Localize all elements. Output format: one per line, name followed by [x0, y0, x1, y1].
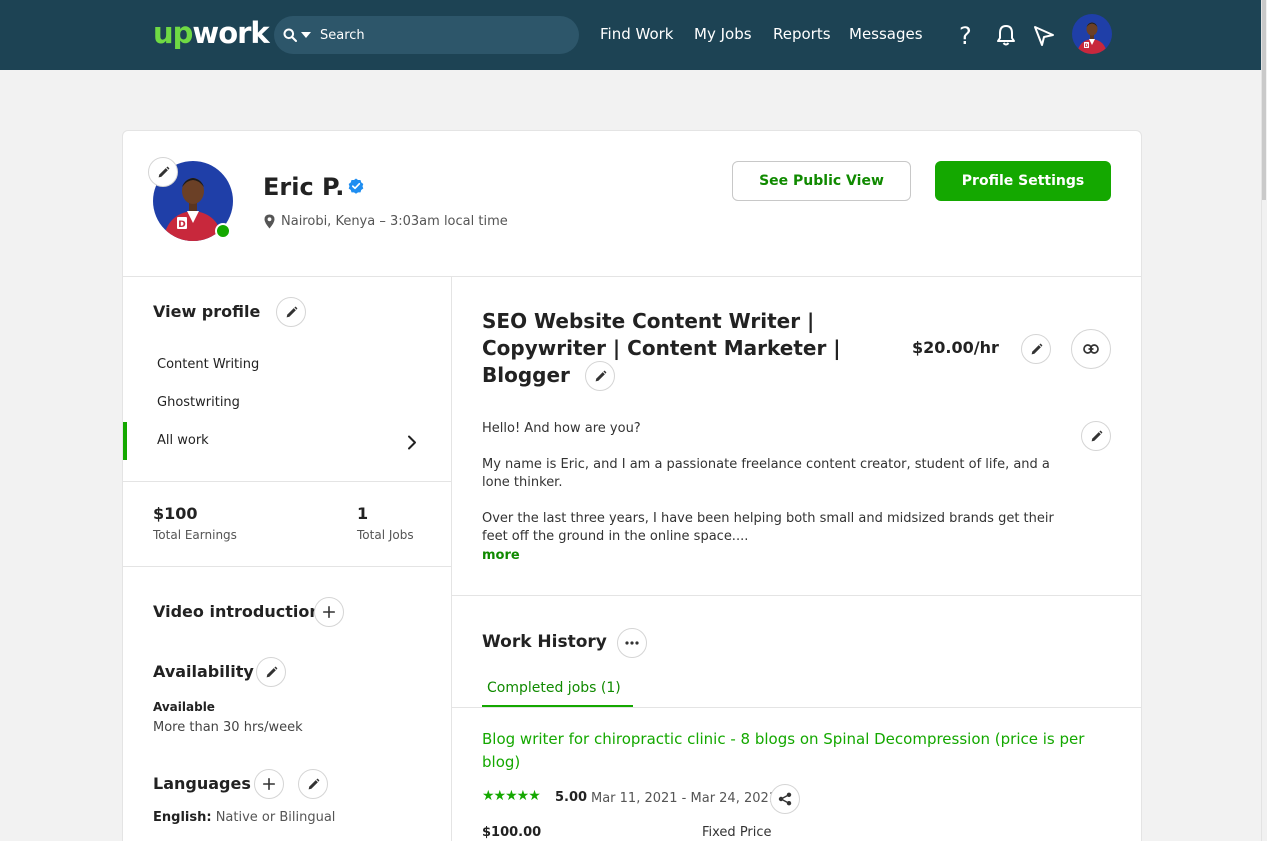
search-input[interactable]: Search [320, 28, 365, 43]
job-dates: Mar 11, 2021 - Mar 24, 2021 [591, 791, 778, 806]
add-video-button[interactable] [314, 597, 344, 627]
profile-overview: Hello! And how are you? My name is Eric,… [482, 420, 1062, 564]
pencil-icon [157, 166, 170, 179]
total-jobs-value: 1 [357, 504, 369, 523]
pencil-icon [285, 306, 298, 319]
plus-icon [262, 777, 276, 791]
star-rating-icon: ★★★★★ [482, 788, 541, 804]
send-icon[interactable] [1033, 25, 1055, 47]
verified-badge-icon [348, 178, 364, 194]
nav-my-jobs[interactable]: My Jobs [694, 25, 752, 43]
video-introduction-heading: Video introduction [153, 602, 321, 621]
languages-heading: Languages [153, 774, 251, 793]
add-language-button[interactable] [254, 769, 284, 799]
link-icon [1083, 344, 1099, 354]
profile-name: Eric P. [263, 173, 345, 201]
divider [123, 481, 451, 482]
overview-paragraph: My name is Eric, and I am a passionate f… [482, 457, 1050, 490]
language-entry: English: Native or Bilingual [153, 810, 335, 825]
bell-icon[interactable] [996, 24, 1016, 46]
location-pin-icon [264, 214, 275, 229]
see-public-view-button[interactable]: See Public View [732, 161, 911, 201]
language-name: English: [153, 810, 212, 825]
chevron-right-icon[interactable] [407, 435, 417, 450]
online-status-dot [215, 223, 231, 239]
pencil-icon [307, 778, 320, 791]
nav-find-work[interactable]: Find Work [600, 25, 673, 43]
pencil-icon [1030, 343, 1043, 356]
share-job-button[interactable] [770, 784, 800, 814]
divider [452, 595, 1141, 596]
edit-photo-button[interactable] [148, 157, 178, 187]
availability-status: Available [153, 700, 215, 714]
work-history-heading: Work History [482, 632, 607, 652]
help-icon[interactable]: ? [959, 22, 972, 50]
tab-completed-jobs[interactable]: Completed jobs (1) [482, 680, 633, 707]
edit-availability-button[interactable] [256, 657, 286, 687]
language-level: Native or Bilingual [215, 810, 336, 825]
share-icon [778, 792, 792, 806]
total-earnings-value: $100 [153, 504, 198, 523]
edit-title-button[interactable] [585, 361, 615, 391]
scrollbar-thumb[interactable] [1262, 0, 1266, 200]
sidebar-item-all-work[interactable]: All work [157, 433, 209, 448]
hourly-rate: $20.00/hr [912, 338, 999, 357]
search-icon [283, 28, 297, 42]
search-bar[interactable]: Search [274, 16, 579, 54]
availability-heading: Availability [153, 662, 254, 681]
active-indicator [123, 422, 127, 460]
edit-rate-button[interactable] [1021, 334, 1051, 364]
sidebar-item-content-writing[interactable]: Content Writing [157, 357, 259, 372]
pencil-icon [1090, 430, 1103, 443]
total-jobs-label: Total Jobs [357, 528, 414, 542]
overview-paragraph: Hello! And how are you? [482, 421, 641, 436]
view-profile-heading: View profile [153, 302, 261, 321]
more-link[interactable]: more [482, 548, 520, 563]
work-history-options-button[interactable] [617, 628, 647, 658]
copy-link-button[interactable] [1071, 329, 1111, 369]
total-earnings-label: Total Earnings [153, 528, 237, 542]
job-amount: $100.00 [482, 825, 542, 840]
divider [123, 276, 1141, 277]
pencil-icon [594, 370, 607, 383]
divider [452, 707, 1141, 708]
job-title-link[interactable]: Blog writer for chiropractic clinic - 8 … [482, 728, 1112, 774]
job-price-type: Fixed Price [702, 825, 772, 840]
pencil-icon [265, 666, 278, 679]
location-text: Nairobi, Kenya – 3:03am local time [281, 214, 508, 229]
edit-languages-button[interactable] [298, 769, 328, 799]
profile-location: Nairobi, Kenya – 3:03am local time [264, 214, 508, 229]
upwork-logo[interactable]: upwork [153, 16, 270, 50]
profile-settings-button[interactable]: Profile Settings [935, 161, 1111, 201]
profile-title: SEO Website Content Writer | Copywriter … [482, 309, 841, 387]
edit-overview-button[interactable] [1081, 421, 1111, 451]
plus-icon [322, 605, 336, 619]
sidebar-item-ghostwriting[interactable]: Ghostwriting [157, 395, 240, 410]
header-avatar[interactable] [1072, 14, 1112, 54]
chevron-down-icon[interactable] [301, 32, 311, 38]
overview-paragraph: Over the last three years, I have been h… [482, 511, 1054, 544]
more-dots-icon [625, 641, 639, 645]
nav-reports[interactable]: Reports [773, 25, 831, 43]
edit-view-profile-button[interactable] [276, 297, 306, 327]
divider [123, 566, 451, 567]
nav-messages[interactable]: Messages [849, 25, 923, 43]
divider [451, 277, 452, 841]
availability-hours: More than 30 hrs/week [153, 720, 303, 735]
job-rating-score: 5.00 [555, 790, 588, 805]
